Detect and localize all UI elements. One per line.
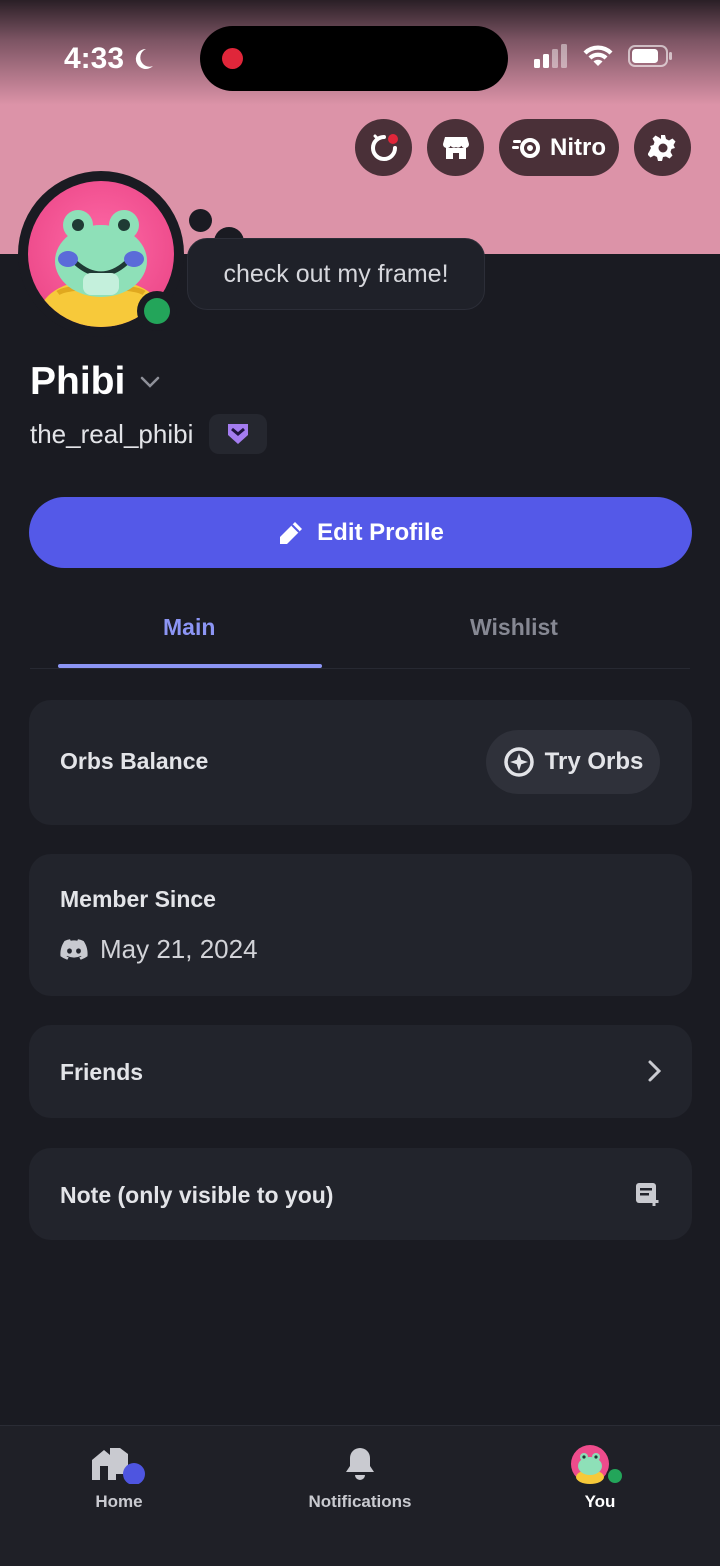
wifi-icon: [583, 45, 613, 66]
tab-main[interactable]: Main: [163, 614, 215, 641]
note-label: Note (only visible to you): [60, 1182, 334, 1208]
friends-card[interactable]: Friends: [29, 1025, 692, 1118]
nav-home[interactable]: Home: [29, 1444, 209, 1512]
nitro-button[interactable]: Nitro: [499, 119, 619, 176]
nav-you-label: You: [584, 1492, 616, 1511]
system-icons: [534, 44, 674, 68]
avatar-icon: [571, 1445, 624, 1484]
username: the_real_phibi: [30, 418, 194, 449]
note-card[interactable]: Note (only visible to you): [29, 1148, 692, 1240]
member-since-label: Member Since: [60, 886, 216, 912]
orbs-balance-card: Orbs Balance Try Orbs: [29, 700, 692, 825]
display-name: Phibi: [30, 360, 126, 403]
nav-home-label: Home: [95, 1492, 143, 1511]
username-row: the_real_phibi: [30, 414, 268, 454]
chevron-right-icon: [648, 1060, 662, 1082]
edit-profile-button[interactable]: Edit Profile: [29, 497, 692, 568]
member-since-card: Member Since May 21, 2024: [29, 854, 692, 996]
shield-badge-icon: [228, 424, 249, 444]
member-since-date: May 21, 2024: [60, 934, 258, 965]
profile-tabs: Main Wishlist: [30, 596, 690, 669]
add-note-icon[interactable]: [634, 1180, 662, 1208]
pencil-icon: [280, 521, 303, 544]
nav-notifications[interactable]: Notifications: [270, 1444, 450, 1512]
recording-indicator: [222, 48, 243, 69]
quest-icon: [370, 133, 398, 161]
home-icon: [92, 1448, 145, 1484]
quests-button[interactable]: [355, 119, 412, 176]
orb-icon: [503, 747, 534, 777]
battery-icon: [628, 45, 672, 67]
profile-actions: Nitro: [355, 119, 695, 176]
active-tab-indicator: [58, 664, 322, 668]
bell-icon: [346, 1448, 374, 1480]
try-orbs-button[interactable]: Try Orbs: [486, 730, 660, 794]
shop-icon: [442, 136, 469, 159]
settings-button[interactable]: [634, 119, 691, 176]
dynamic-island: [200, 26, 508, 91]
online-status-indicator: [137, 291, 177, 331]
nav-you[interactable]: You: [510, 1444, 690, 1512]
moon-icon: [135, 48, 154, 69]
bottom-navigation: Home Notifications You: [0, 1425, 720, 1566]
thought-bubble-dot: [189, 209, 212, 232]
nitro-icon: [512, 137, 540, 158]
discord-logo-icon: [60, 938, 88, 960]
nav-notifications-label: Notifications: [308, 1492, 412, 1511]
shop-button[interactable]: [427, 119, 484, 176]
display-name-row[interactable]: Phibi: [30, 360, 161, 404]
orbs-balance-label: Orbs Balance: [60, 748, 209, 774]
gear-icon: [647, 134, 675, 161]
chevron-down-icon: [141, 376, 160, 388]
tab-wishlist[interactable]: Wishlist: [470, 614, 558, 641]
signal-icon: [534, 44, 567, 68]
friends-label: Friends: [60, 1059, 144, 1085]
status-time: 4:33: [64, 42, 154, 76]
nitro-badge[interactable]: [209, 414, 268, 454]
custom-status-bubble[interactable]: check out my frame!: [187, 238, 485, 310]
status-bar: 4:33: [0, 0, 720, 110]
